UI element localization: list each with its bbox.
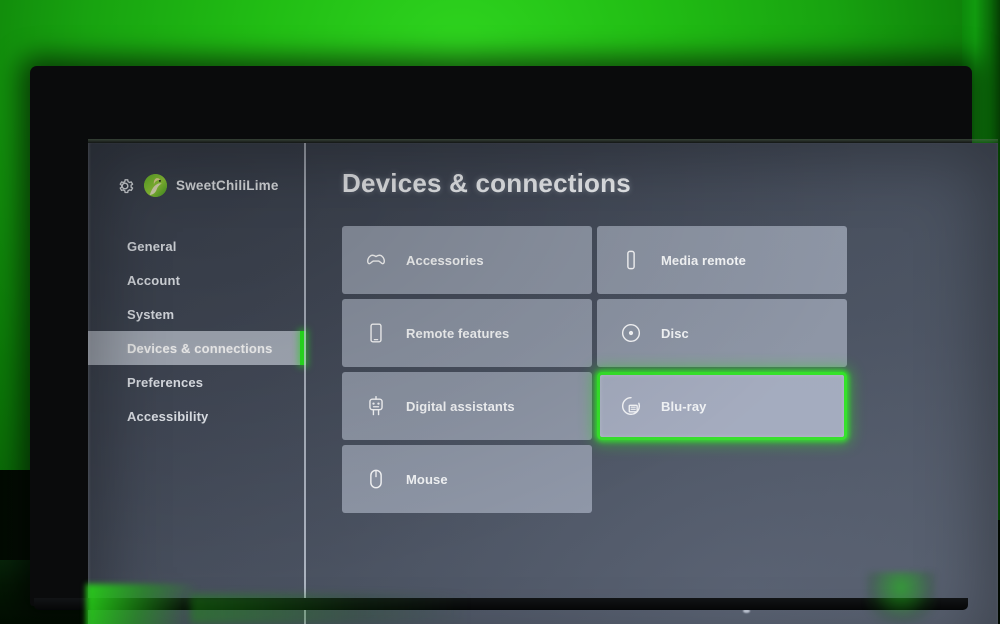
green-light-spill-right (866, 572, 936, 624)
sidebar-item-preferences[interactable]: Preferences (88, 365, 306, 399)
sidebar-item-devices-and-connections[interactable]: Devices & connections (88, 331, 306, 365)
tv-screen: SweetChiliLime General Account System De… (88, 143, 998, 624)
sidebar-item-label: Accessibility (127, 408, 209, 424)
sidebar-item-label: Account (127, 272, 181, 288)
sidebar-item-label: Devices & connections (127, 340, 273, 356)
tile-empty-slot (597, 445, 847, 513)
tile-label: Mouse (406, 471, 448, 487)
tile-media-remote[interactable]: Media remote (597, 226, 847, 294)
sidebar-item-label: System (127, 306, 175, 322)
robot-icon (369, 395, 383, 416)
main-content-pane: Devices & connections Accessories Media … (306, 143, 998, 624)
tile-label: Accessories (406, 252, 484, 268)
sidebar-item-system[interactable]: System (88, 297, 306, 331)
mouse-icon (370, 469, 382, 489)
remote-icon (627, 250, 635, 270)
xbox-settings-ui: SweetChiliLime General Account System De… (88, 143, 998, 624)
bluray-icon (622, 396, 641, 416)
tile-row: Accessories Media remote (342, 226, 847, 294)
tile-mouse[interactable]: Mouse (342, 445, 592, 513)
tile-row: Mouse (342, 445, 847, 513)
tile-label: Remote features (406, 325, 510, 341)
television-bezel: SweetChiliLime General Account System De… (30, 66, 998, 624)
gear-icon[interactable] (115, 176, 135, 196)
green-light-spill-mid (190, 594, 470, 624)
tile-label: Digital assistants (406, 398, 515, 414)
tile-row: Remote features Disc (342, 299, 847, 367)
tile-disc[interactable]: Disc (597, 299, 847, 367)
tile-accessories[interactable]: Accessories (342, 226, 592, 294)
settings-sidebar: SweetChiliLime General Account System De… (88, 143, 306, 624)
sidebar-item-account[interactable]: Account (88, 263, 306, 297)
avatar[interactable] (144, 174, 167, 197)
account-header[interactable]: SweetChiliLime (115, 174, 279, 197)
phone-icon (370, 323, 382, 343)
tile-blu-ray[interactable]: Blu-ray (597, 372, 847, 440)
disc-icon (621, 323, 641, 343)
gamepad-icon (367, 254, 385, 265)
page-title: Devices & connections (342, 168, 631, 198)
gamertag-label: SweetChiliLime (176, 178, 279, 193)
tile-remote-features[interactable]: Remote features (342, 299, 592, 367)
sidebar-item-accessibility[interactable]: Accessibility (88, 399, 306, 433)
settings-nav-list: General Account System Devices & connect… (88, 229, 306, 433)
tile-label: Media remote (661, 252, 747, 268)
green-light-spill-left (86, 584, 206, 624)
sidebar-item-general[interactable]: General (88, 229, 306, 263)
sidebar-item-label: Preferences (127, 374, 204, 390)
device-tile-grid: Accessories Media remote Remote features… (342, 226, 847, 518)
tile-digital-assistants[interactable]: Digital assistants (342, 372, 592, 440)
tile-label: Disc (661, 325, 689, 341)
tile-row: Digital assistants Blu-ray (342, 372, 847, 440)
tile-label: Blu-ray (661, 398, 707, 414)
room-photo-scene: SweetChiliLime General Account System De… (0, 0, 1000, 624)
sidebar-item-label: General (127, 238, 177, 254)
